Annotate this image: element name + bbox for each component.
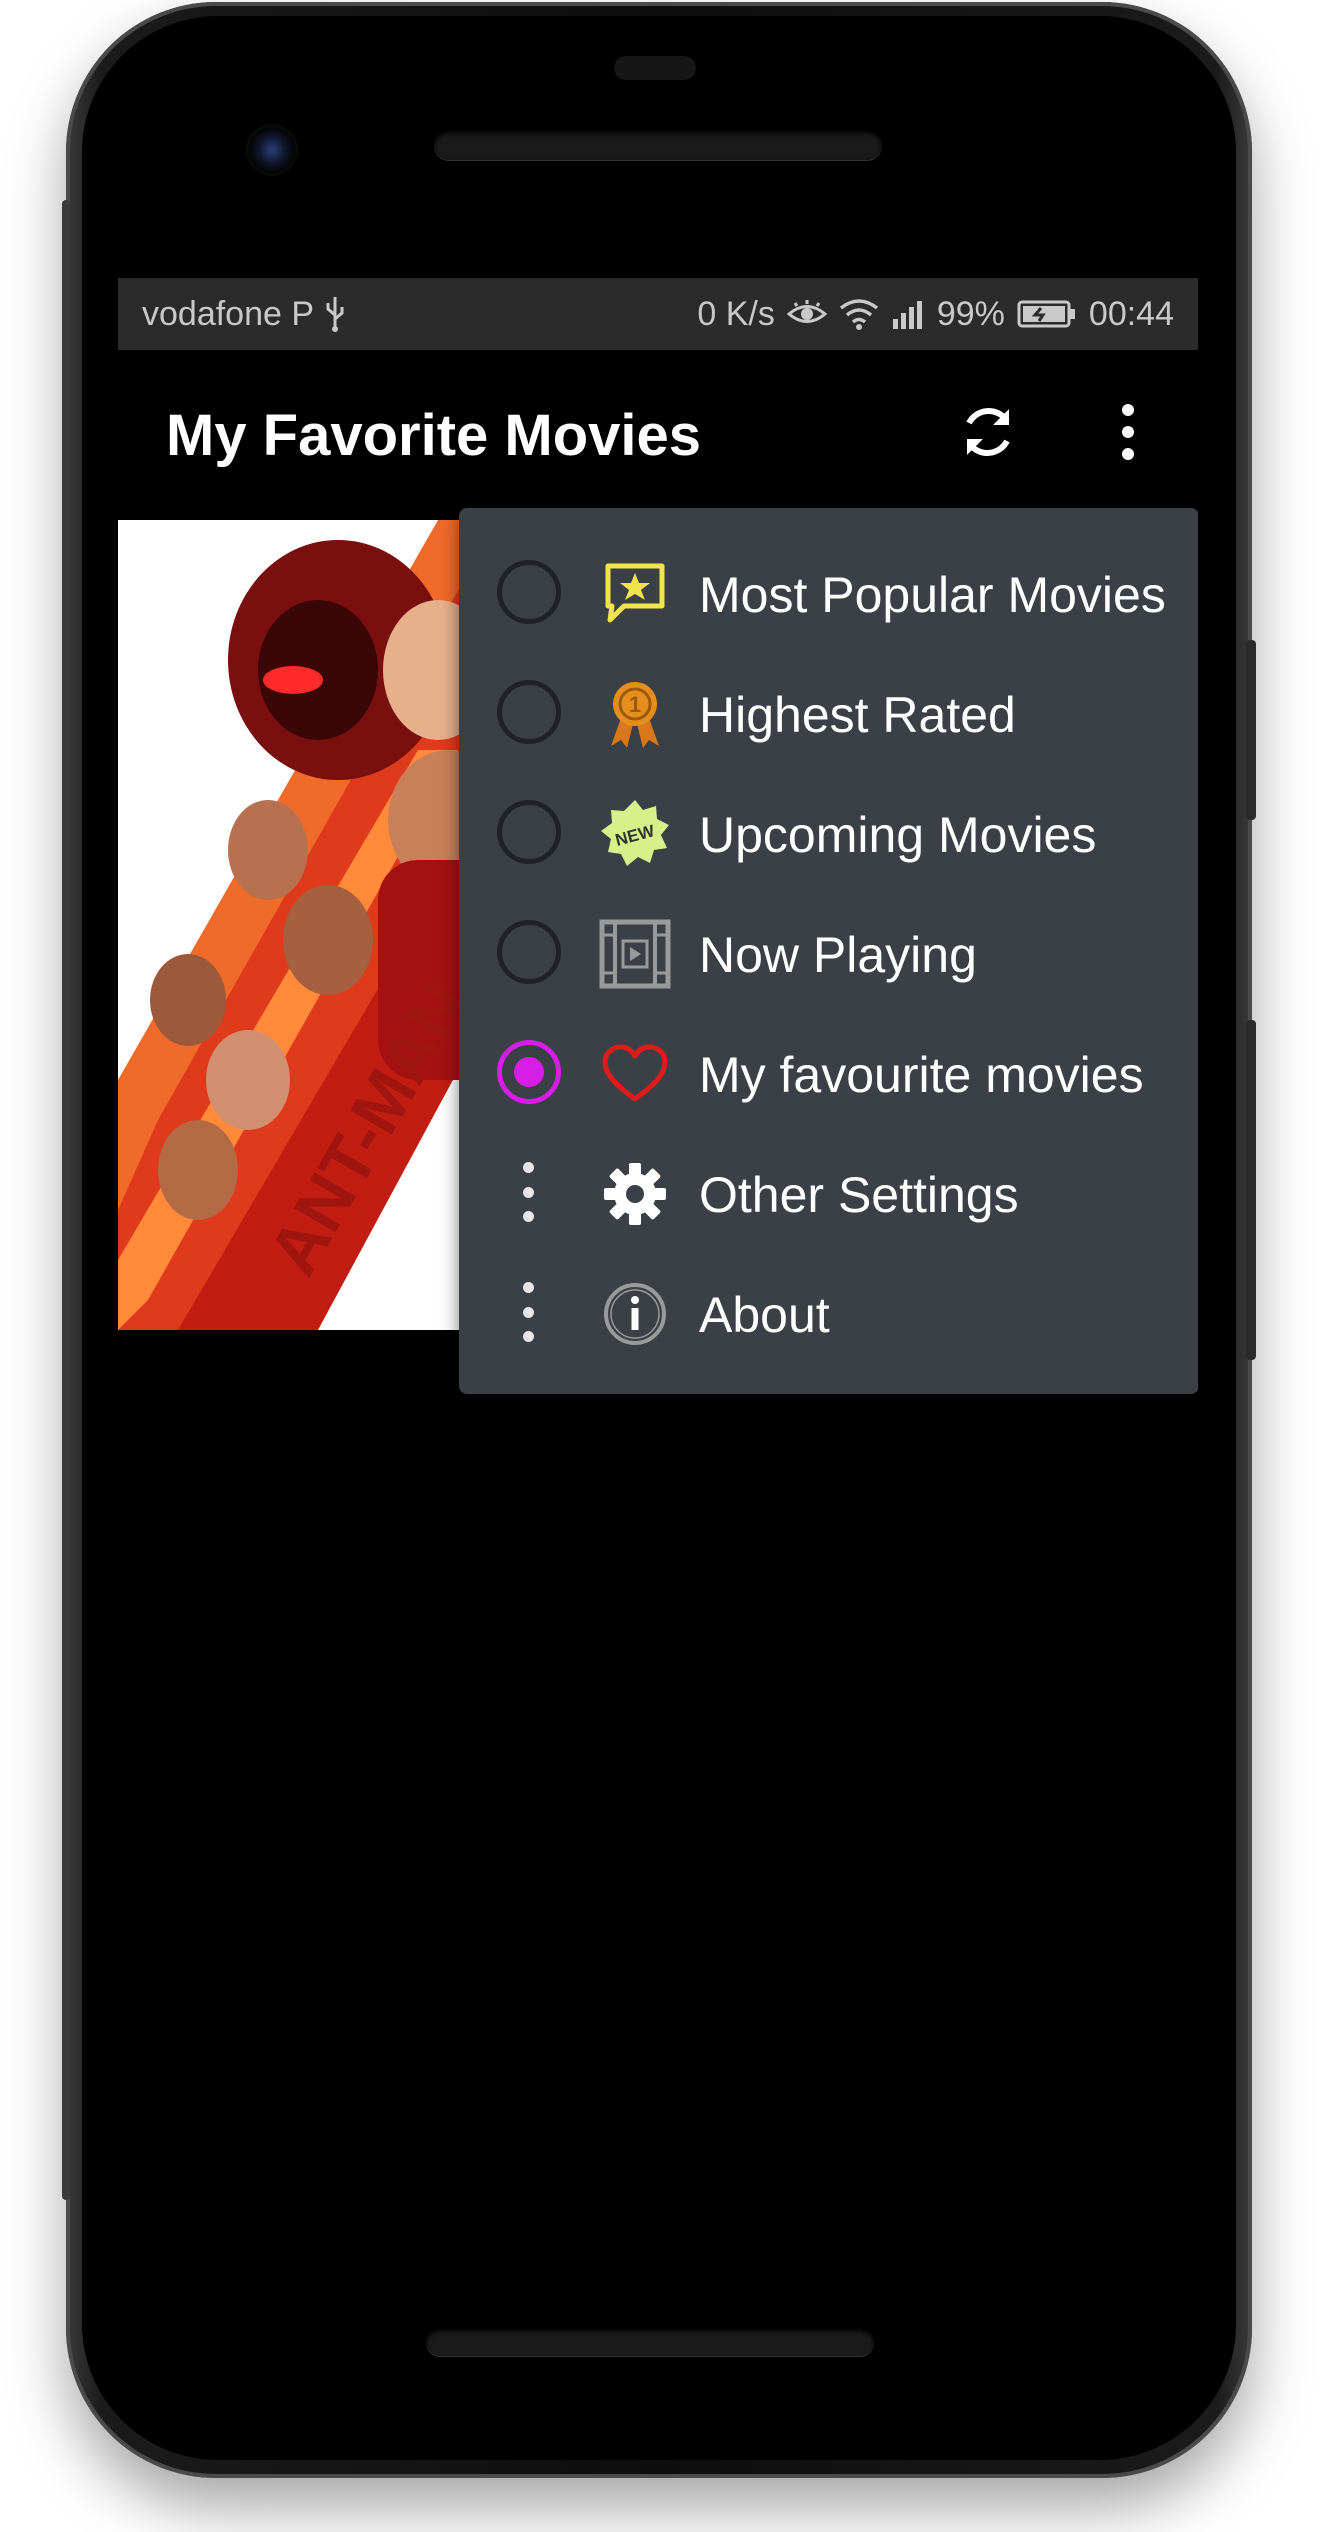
clock: 00:44 [1088, 294, 1174, 333]
heart-icon [599, 1038, 671, 1110]
favourites-radio[interactable] [497, 1040, 561, 1104]
wifi-icon [839, 298, 879, 330]
new-badge-icon: NEW [599, 798, 671, 870]
sort-options-menu: Most Popular Movies 1 Highest Rated NEW … [459, 508, 1198, 1394]
menu-item-now-playing[interactable]: Now Playing [459, 892, 1198, 1012]
volume-button [1246, 1020, 1256, 1360]
menu-item-about[interactable]: About [459, 1252, 1198, 1372]
overflow-menu-icon [1122, 404, 1134, 460]
svg-text:1: 1 [629, 692, 641, 717]
refresh-button[interactable] [948, 392, 1028, 472]
signal-icon [891, 299, 925, 329]
refresh-icon [966, 408, 1010, 456]
menu-item-label: Now Playing [699, 927, 977, 983]
usb-icon [324, 295, 346, 333]
menu-item-label: Other Settings [699, 1167, 1019, 1223]
more-options-icon [521, 1282, 535, 1342]
gear-icon [599, 1158, 671, 1230]
menu-item-favourites[interactable]: My favourite movies [459, 1012, 1198, 1132]
power-button [1246, 640, 1256, 820]
menu-item-other-settings[interactable]: Other Settings [459, 1132, 1198, 1252]
star-speech-bubble-icon [599, 558, 671, 630]
film-play-icon [599, 918, 671, 990]
upcoming-radio[interactable] [497, 800, 561, 864]
network-speed: 0 K/s [697, 294, 775, 333]
top-sensor-slot [614, 56, 696, 80]
menu-item-label: About [699, 1287, 830, 1343]
earpiece-speaker [434, 130, 882, 160]
menu-item-label: Most Popular Movies [699, 567, 1166, 623]
menu-item-label: Highest Rated [699, 687, 1016, 743]
battery-charging-icon [1017, 299, 1077, 329]
bottom-speaker [426, 2328, 874, 2356]
award-ribbon-icon: 1 [599, 678, 671, 750]
menu-item-highest-rated[interactable]: 1 Highest Rated [459, 652, 1198, 772]
left-edge-highlight [62, 200, 70, 2200]
eye-comfort-icon [786, 299, 827, 329]
menu-item-label: My favourite movies [699, 1047, 1144, 1103]
status-bar: vodafone P 0 K/s 99% 00:44 [118, 278, 1198, 350]
highest-rated-radio[interactable] [497, 680, 561, 744]
battery-percent: 99% [936, 294, 1005, 333]
now-playing-radio[interactable] [497, 920, 561, 984]
more-options-icon [521, 1162, 535, 1222]
most-popular-radio[interactable] [497, 560, 561, 624]
carrier-name: vodafone P [142, 294, 315, 333]
info-icon [599, 1278, 671, 1350]
menu-item-upcoming[interactable]: NEW Upcoming Movies [459, 772, 1198, 892]
menu-item-label: Upcoming Movies [699, 807, 1097, 863]
page-title: My Favorite Movies [166, 403, 702, 468]
overflow-menu-button[interactable] [1098, 392, 1158, 472]
phone-screen: vodafone P 0 K/s 99% 00:44 My Favorite M… [118, 278, 1198, 2328]
app-bar: My Favorite Movies [118, 350, 1198, 518]
menu-item-most-popular[interactable]: Most Popular Movies [459, 532, 1198, 652]
front-camera [246, 124, 298, 176]
